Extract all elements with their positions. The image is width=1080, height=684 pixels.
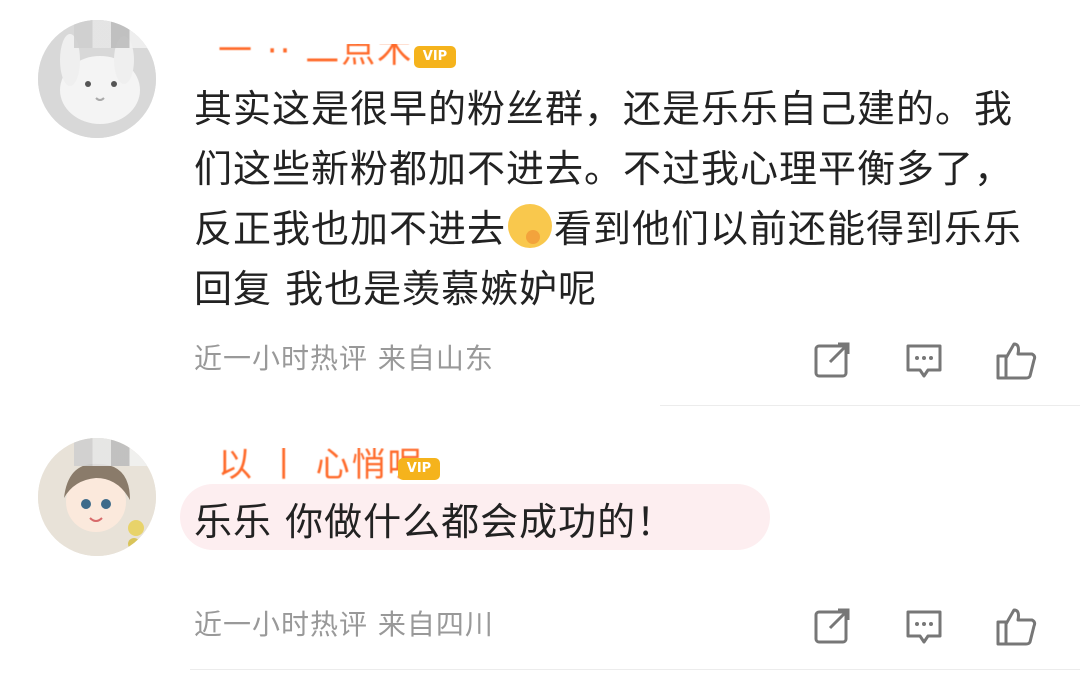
comment-text: 乐乐 你做什么都会成功的！: [194, 500, 676, 544]
comment-meta: 近一小时热评 来自四川: [194, 608, 494, 641]
comment-actions: [810, 604, 1038, 648]
vip-badge: VIP: [398, 458, 440, 480]
comment-icon[interactable]: [902, 604, 946, 648]
pixelated-area: [74, 438, 148, 466]
username[interactable]: 以 丨 心悄呢: [218, 448, 424, 482]
like-icon[interactable]: [994, 604, 1038, 648]
comment-item: 以 丨 心悄呢 VIP 乐乐 你做什么都会成功的！ 近一小时热评 来自四川: [0, 0, 1080, 684]
share-icon[interactable]: [810, 604, 854, 648]
avatar[interactable]: [38, 438, 156, 556]
divider: [190, 669, 1080, 670]
